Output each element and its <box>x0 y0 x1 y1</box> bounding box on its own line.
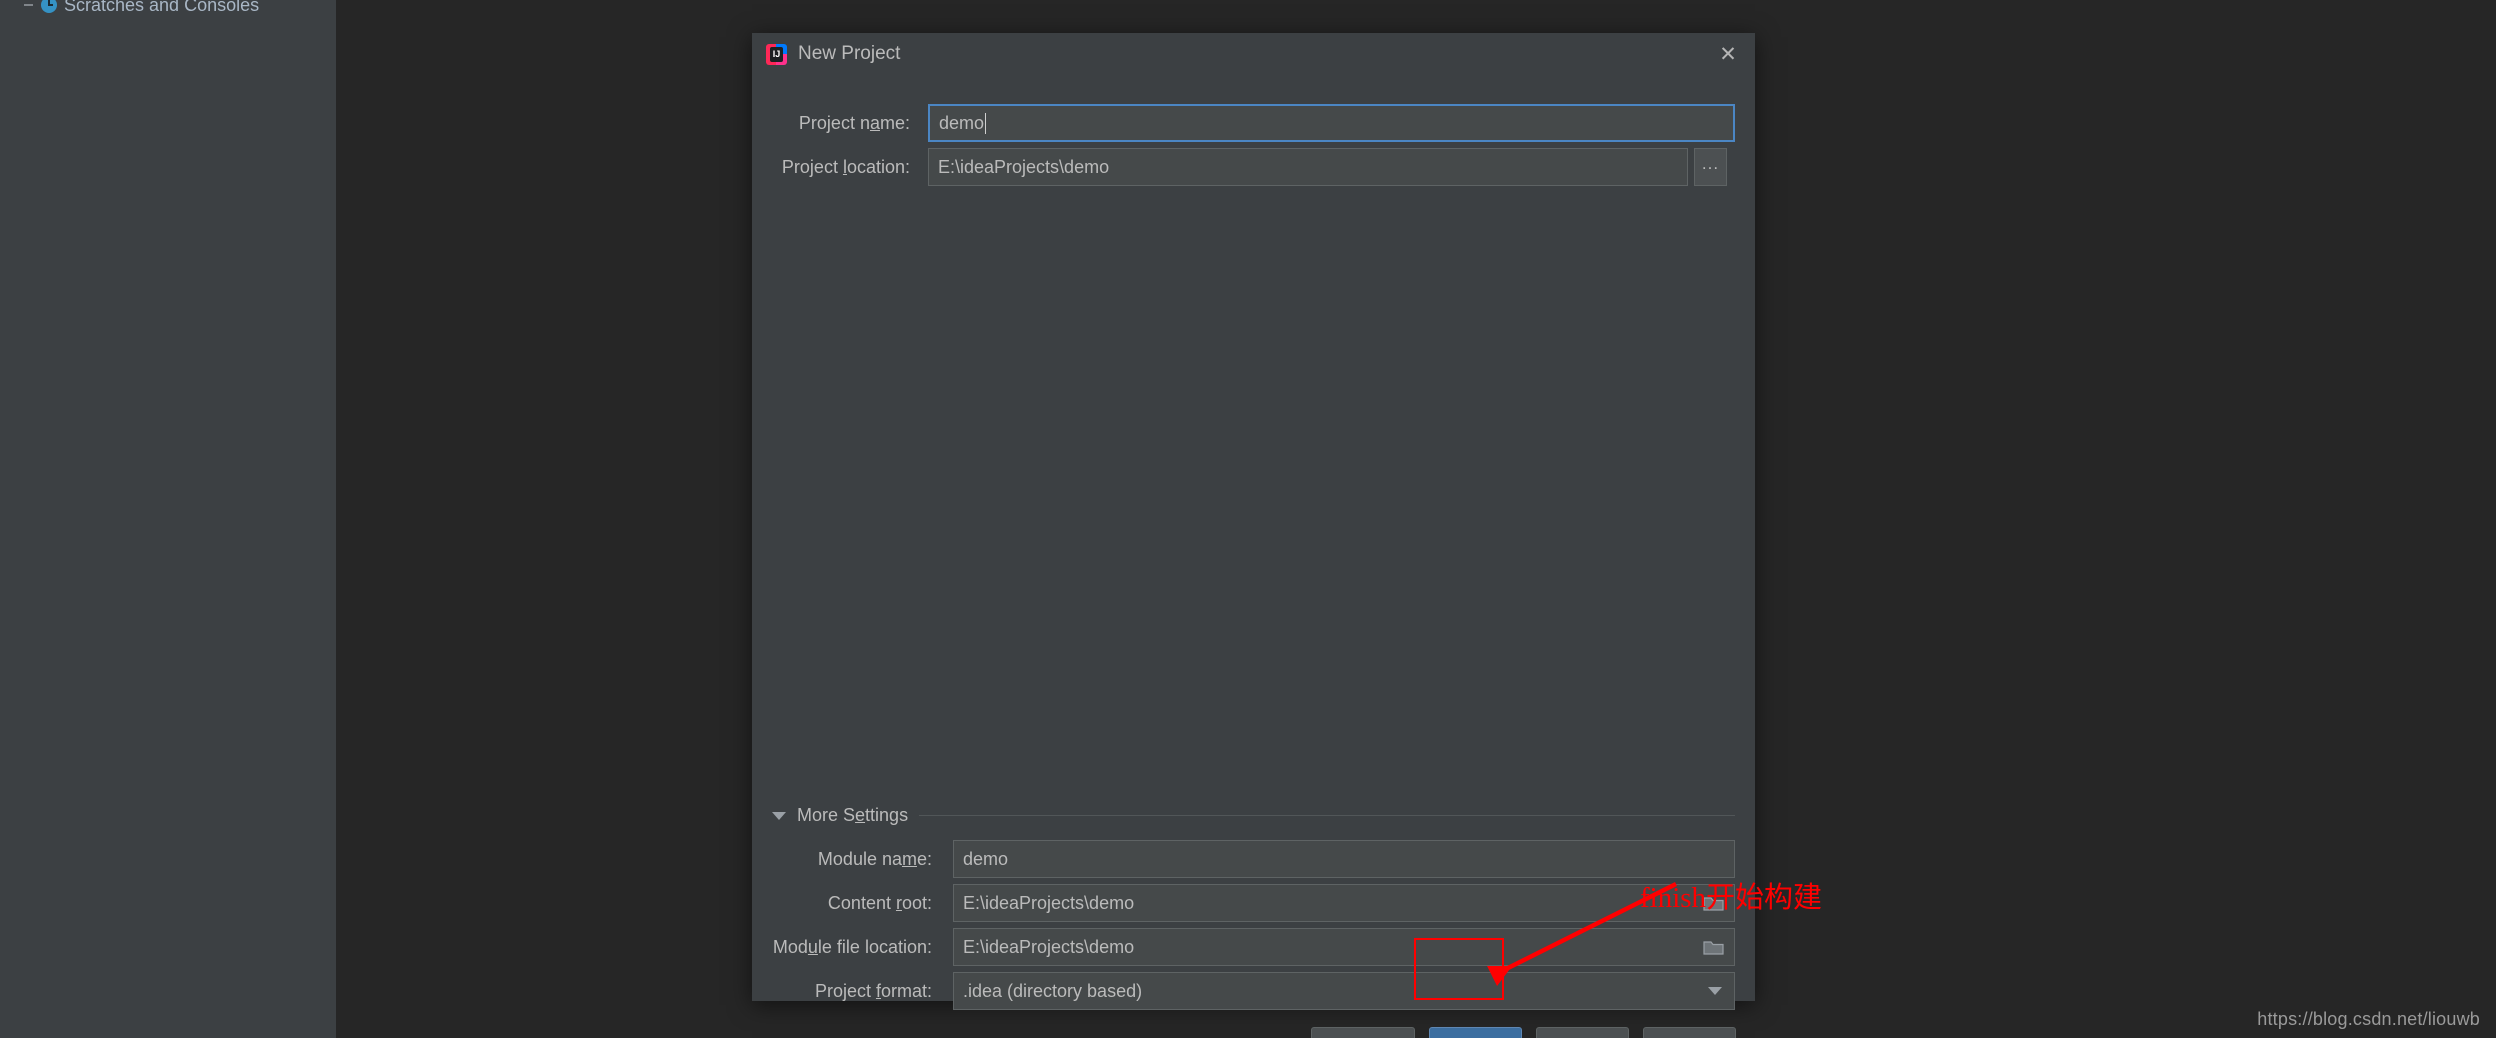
module-name-label: Module name: <box>817 848 932 869</box>
help-button[interactable]: Help <box>1643 1027 1736 1038</box>
content-root-label: Content root: <box>827 892 932 913</box>
scratches-clock-icon <box>41 0 57 13</box>
sidebar-item-scratches-and-consoles[interactable]: Scratches and Consoles <box>24 0 259 16</box>
dialog-titlebar[interactable]: IJ New Project ✕ <box>752 33 1755 75</box>
section-divider <box>919 815 1735 816</box>
dialog-button-bar: Previous Finish Cancel Help <box>752 1027 1755 1038</box>
more-settings-section-header[interactable]: More Settings <box>772 805 1735 826</box>
module-file-location-row: Module file location: E:\ideaProjects\de… <box>772 928 1735 966</box>
project-format-select[interactable]: .idea (directory based) <box>953 972 1735 1010</box>
cancel-button[interactable]: Cancel <box>1536 1027 1629 1038</box>
ide-project-sidebar: Scratches and Consoles <box>0 0 336 1038</box>
project-format-row: Project format: .idea (directory based) <box>772 972 1735 1010</box>
project-location-label: Project location: <box>781 156 910 177</box>
content-root-input[interactable]: E:\ideaProjects\demo <box>953 884 1735 922</box>
dialog-body: Project name: demo Project location: E:\… <box>752 75 1755 1038</box>
logo-letters: IJ <box>770 46 783 62</box>
module-name-input[interactable]: demo <box>953 840 1735 878</box>
close-icon[interactable]: ✕ <box>1715 41 1741 67</box>
sidebar-item-label: Scratches and Consoles <box>64 0 260 15</box>
dialog-title: New Project <box>798 43 901 64</box>
folder-icon[interactable] <box>1703 895 1724 912</box>
folder-icon[interactable] <box>1703 939 1724 956</box>
project-name-label: Project name: <box>798 112 910 133</box>
project-format-label: Project format: <box>814 980 932 1001</box>
text-caret <box>985 112 987 134</box>
browse-location-button[interactable]: ... <box>1694 148 1727 186</box>
module-name-row: Module name: demo <box>772 840 1735 878</box>
finish-button[interactable]: Finish <box>1429 1027 1522 1038</box>
content-root-row: Content root: E:\ideaProjects\demo <box>772 884 1735 922</box>
project-name-row: Project name: demo <box>772 104 1735 142</box>
watermark-text: https://blog.csdn.net/liouwb <box>2257 1009 2480 1029</box>
project-name-input[interactable]: demo <box>928 104 1735 142</box>
screen: Scratches and Consoles https://blog.csdn… <box>0 0 2496 1038</box>
previous-button[interactable]: Previous <box>1310 1027 1415 1038</box>
project-location-row: Project location: E:\ideaProjects\demo .… <box>772 148 1735 186</box>
chevron-down-icon[interactable] <box>772 811 786 820</box>
intellij-idea-logo-icon: IJ <box>766 43 787 65</box>
module-file-location-input[interactable]: E:\ideaProjects\demo <box>953 928 1735 966</box>
project-location-input[interactable]: E:\ideaProjects\demo <box>928 148 1688 186</box>
chevron-down-icon[interactable] <box>1708 987 1722 995</box>
tree-collapse-icon[interactable] <box>24 4 33 6</box>
new-project-dialog: IJ New Project ✕ Project name: demo Proj… <box>752 33 1755 1038</box>
module-file-location-label: Module file location: <box>772 936 932 957</box>
more-settings-label: More Settings <box>797 805 909 825</box>
